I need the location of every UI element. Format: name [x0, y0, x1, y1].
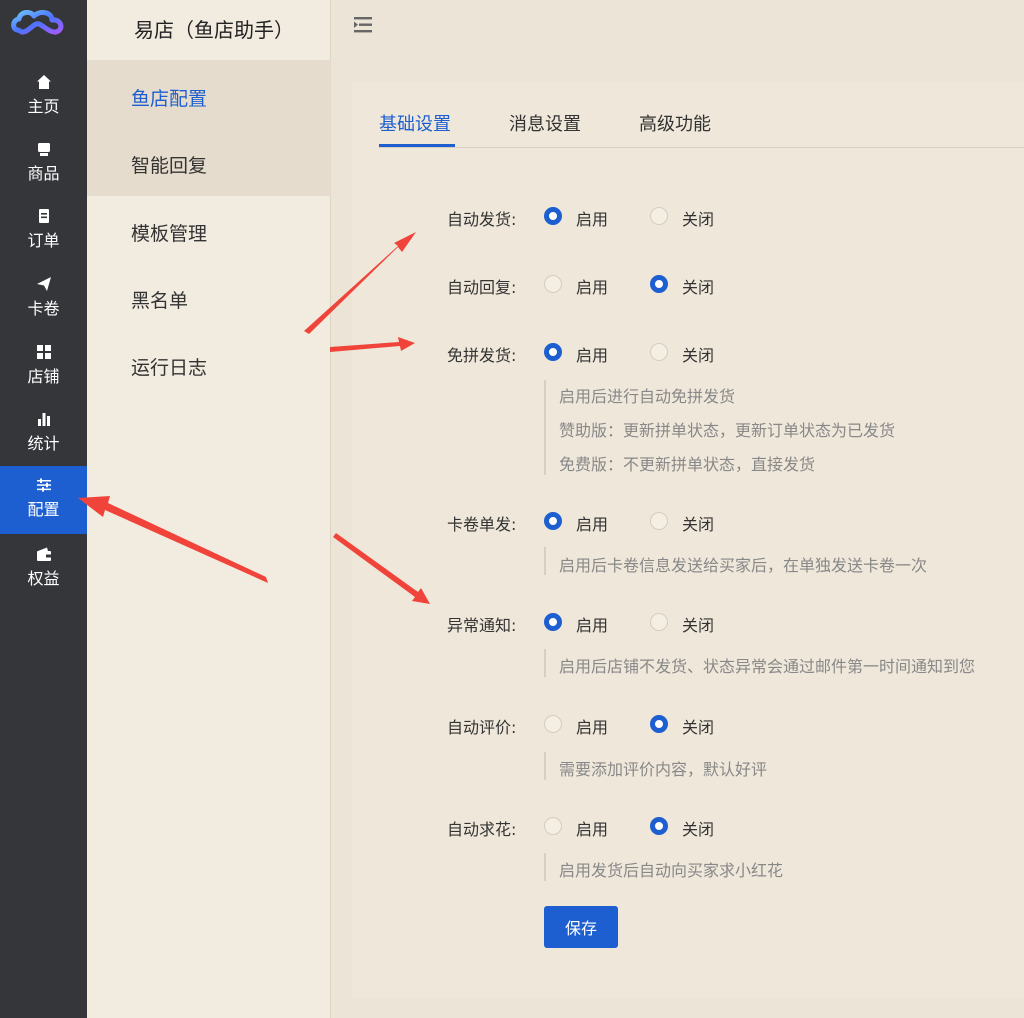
auto-ship-disable-radio[interactable]: [650, 207, 668, 225]
hint-bar: [544, 853, 546, 881]
goods-icon: [0, 141, 87, 163]
tab-divider: [379, 147, 1024, 148]
rail-item-orders[interactable]: 订单: [0, 200, 87, 266]
subnav-item-template-management[interactable]: 模板管理: [131, 219, 207, 246]
hint-bar: [544, 547, 546, 575]
secondary-nav: 易店（鱼店助手） 鱼店配置 智能回复 模板管理 黑名单 运行日志: [87, 0, 331, 1018]
app-title: 易店（鱼店助手）: [134, 18, 294, 42]
radio-label-disable: 关闭: [682, 616, 715, 635]
rail-item-benefits[interactable]: 权益: [0, 538, 87, 604]
exception-notice-enable-radio[interactable]: [544, 613, 562, 631]
subnav-item-fish-shop-config[interactable]: 鱼店配置: [131, 84, 207, 111]
rail-label: 店铺: [27, 367, 60, 386]
setting-label-auto-ask-flower: 自动求花:: [447, 820, 517, 839]
hint-bar: [544, 649, 546, 677]
auto-review-disable-radio[interactable]: [650, 715, 668, 733]
order-icon: [0, 208, 87, 230]
exception-notice-disable-radio[interactable]: [650, 613, 668, 631]
subnav-item-run-log[interactable]: 运行日志: [131, 353, 207, 380]
tab-advanced-features[interactable]: 高级功能: [639, 110, 711, 136]
card-single-send-disable-radio[interactable]: [650, 512, 668, 530]
radio-label-disable: 关闭: [682, 278, 715, 297]
icon-rail: 主页 商品 订单 卡卷 店铺 统计 配置 权益: [0, 0, 87, 1018]
no-group-ship-enable-radio[interactable]: [544, 343, 562, 361]
hint-text: 启用后进行自动免拼发货: [559, 387, 736, 406]
radio-label-enable: 启用: [576, 616, 609, 635]
hint-text: 需要添加评价内容，默认好评: [559, 760, 768, 779]
rail-item-shop[interactable]: 店铺: [0, 336, 87, 402]
setting-label-auto-ship: 自动发货:: [447, 210, 517, 229]
auto-reply-enable-radio[interactable]: [544, 275, 562, 293]
auto-ship-enable-radio[interactable]: [544, 207, 562, 225]
radio-label-enable: 启用: [576, 346, 609, 365]
bar-chart-icon: [0, 411, 87, 433]
setting-label-auto-review: 自动评价:: [447, 718, 517, 737]
radio-label-disable: 关闭: [682, 515, 715, 534]
rail-label: 配置: [27, 500, 60, 519]
setting-label-card-single-send: 卡卷单发:: [447, 515, 517, 534]
rail-item-cards[interactable]: 卡卷: [0, 268, 87, 334]
auto-review-enable-radio[interactable]: [544, 715, 562, 733]
hint-text: 启用后店铺不发货、状态异常会通过邮件第一时间通知到您: [559, 657, 976, 676]
active-group-background: [87, 60, 331, 196]
save-button[interactable]: 保存: [544, 906, 618, 948]
tab-basic-settings[interactable]: 基础设置: [379, 110, 451, 136]
send-icon: [0, 276, 87, 298]
hint-text: 赞助版：更新拼单状态，更新订单状态为已发货: [559, 421, 896, 440]
rail-label: 卡卷: [27, 299, 60, 318]
rail-label: 商品: [27, 164, 60, 183]
subnav-item-smart-reply[interactable]: 智能回复: [131, 151, 207, 178]
card-single-send-enable-radio[interactable]: [544, 512, 562, 530]
sliders-icon: [0, 477, 87, 499]
radio-label-enable: 启用: [576, 718, 609, 737]
radio-label-enable: 启用: [576, 278, 609, 297]
radio-label-disable: 关闭: [682, 210, 715, 229]
hint-bar: [544, 752, 546, 780]
hint-text: 免费版：不更新拼单状态，直接发货: [559, 455, 816, 474]
radio-label-enable: 启用: [576, 515, 609, 534]
subnav-item-blacklist[interactable]: 黑名单: [131, 286, 188, 313]
setting-label-no-group-ship: 免拼发货:: [447, 346, 517, 365]
rail-label: 权益: [27, 569, 60, 588]
cloud-infinity-logo: [10, 6, 68, 42]
radio-label-disable: 关闭: [682, 820, 715, 839]
rail-label: 统计: [27, 434, 60, 453]
hint-text: 启用发货后自动向买家求小红花: [559, 861, 784, 880]
radio-label-enable: 启用: [576, 820, 609, 839]
auto-ask-flower-disable-radio[interactable]: [650, 817, 668, 835]
rail-label: 订单: [27, 231, 60, 250]
radio-label-enable: 启用: [576, 210, 609, 229]
home-icon: [0, 74, 87, 96]
settings-card: 基础设置 消息设置 高级功能 自动发货: 启用 关闭 自动回复: 启用 关闭 免…: [352, 82, 1024, 998]
hint-text: 启用后卡卷信息发送给买家后，在单独发送卡卷一次: [559, 556, 928, 575]
rail-label: 主页: [27, 97, 60, 116]
rail-item-stats[interactable]: 统计: [0, 403, 87, 469]
collapse-menu-icon[interactable]: [352, 15, 374, 35]
wallet-icon: [0, 546, 87, 568]
radio-label-disable: 关闭: [682, 718, 715, 737]
grid-icon: [0, 344, 87, 366]
rail-item-goods[interactable]: 商品: [0, 133, 87, 199]
auto-reply-disable-radio[interactable]: [650, 275, 668, 293]
hint-bar: [544, 380, 546, 475]
setting-label-exception-notice: 异常通知:: [447, 616, 517, 635]
radio-label-disable: 关闭: [682, 346, 715, 365]
auto-ask-flower-enable-radio[interactable]: [544, 817, 562, 835]
rail-item-home[interactable]: 主页: [0, 66, 87, 132]
setting-label-auto-reply: 自动回复:: [447, 278, 517, 297]
no-group-ship-disable-radio[interactable]: [650, 343, 668, 361]
rail-item-config[interactable]: 配置: [0, 466, 87, 534]
tab-message-settings[interactable]: 消息设置: [509, 110, 581, 136]
